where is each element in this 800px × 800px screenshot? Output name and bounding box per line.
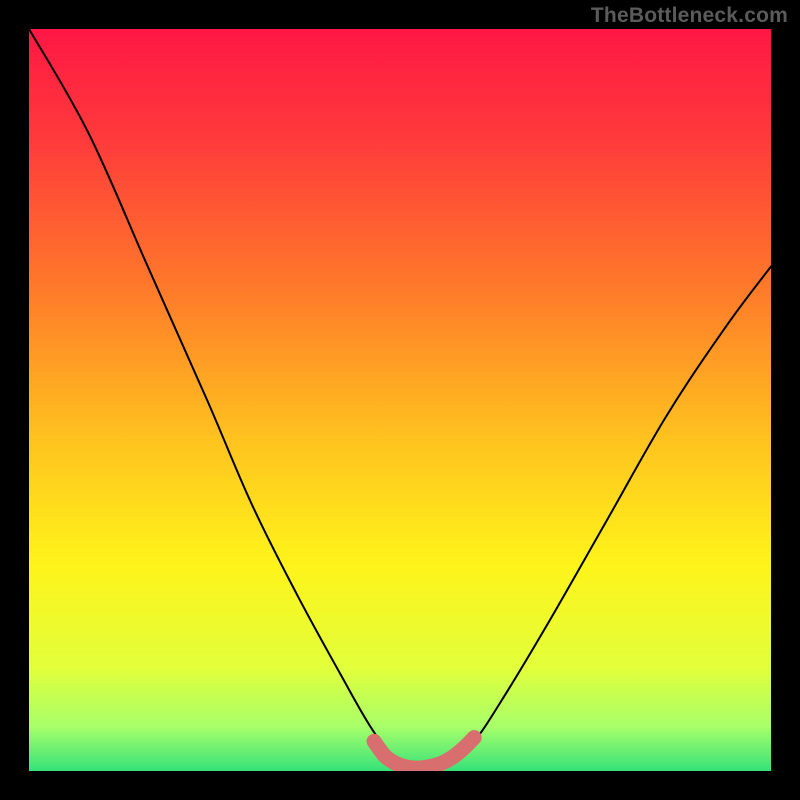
gradient-background bbox=[29, 29, 771, 771]
watermark-text: TheBottleneck.com bbox=[591, 4, 788, 28]
chart-svg bbox=[29, 29, 771, 771]
plot-area bbox=[29, 29, 771, 771]
chart-frame: TheBottleneck.com bbox=[0, 0, 800, 800]
